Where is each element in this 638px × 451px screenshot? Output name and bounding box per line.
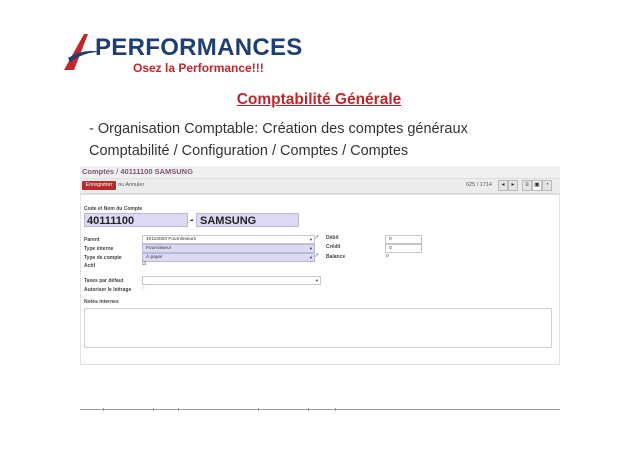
- balance-label: Balance: [326, 254, 346, 260]
- chevron-down-icon: ▾: [309, 246, 312, 251]
- debit-label: Débit: [326, 235, 339, 241]
- slide-line-1: - Organisation Comptable: Création des c…: [89, 121, 468, 137]
- lettrage-checkbox[interactable]: ○: [142, 286, 145, 291]
- parent-select[interactable]: 40110000 Fournisseurs ▾: [142, 235, 315, 244]
- credit-field[interactable]: 0: [385, 244, 422, 253]
- balance-value: 0: [386, 254, 389, 259]
- notes-label: Notes internes: [84, 299, 119, 305]
- account-type-select[interactable]: À payer ▾: [142, 253, 315, 262]
- breadcrumb-separator: /: [116, 167, 119, 176]
- erp-screenshot: Comptes / 40111100 SAMSUNG Enregistrer o…: [80, 166, 560, 365]
- taxes-label: Taxes par défaut: [84, 278, 124, 284]
- account-type-label: Type de compte: [84, 255, 122, 261]
- external-link-icon[interactable]: ↗: [314, 252, 319, 259]
- logo-tagline: Osez la Performance!!!: [133, 61, 264, 75]
- parent-value: 40110000 Fournisseurs: [146, 237, 197, 242]
- toolbar: Enregistrer ou Annuler 625 / 1714 ◂ ▸ ≡ …: [80, 179, 560, 194]
- account-type-value: À payer: [146, 255, 163, 260]
- internal-type-label: Type interne: [84, 246, 114, 252]
- code-name-dash: -: [190, 214, 194, 226]
- cancel-link[interactable]: ou Annuler: [118, 181, 144, 190]
- footer-tick: [335, 408, 336, 411]
- pager: 625 / 1714: [466, 182, 492, 188]
- active-label: Actif: [84, 263, 96, 269]
- account-code-field[interactable]: 40111100: [84, 213, 188, 227]
- breadcrumb-bar: Comptes / 40111100 SAMSUNG: [80, 166, 560, 179]
- footer-tick: [178, 408, 179, 411]
- code-name-label: Code et Nom du Compte: [84, 206, 143, 212]
- prev-record-button[interactable]: ◂: [498, 180, 508, 191]
- save-button[interactable]: Enregistrer: [82, 181, 116, 190]
- active-checkbox[interactable]: ☑: [142, 262, 146, 267]
- logo-brand: PERFORMANCES: [95, 34, 303, 61]
- chevron-down-icon: ▾: [315, 278, 318, 283]
- graph-view-icon[interactable]: ◔: [542, 180, 552, 191]
- account-name-field[interactable]: SAMSUNG: [196, 213, 299, 227]
- breadcrumb-parent[interactable]: Comptes: [82, 167, 114, 176]
- list-view-icon[interactable]: ≡: [522, 180, 532, 191]
- footer-tick: [258, 408, 259, 411]
- internal-type-value: Fournisseur: [146, 246, 172, 251]
- breadcrumb: Comptes / 40111100 SAMSUNG: [82, 167, 193, 176]
- footer-tick: [308, 408, 309, 411]
- chevron-down-icon: ▾: [309, 255, 312, 260]
- footer-tick: [153, 408, 154, 411]
- notes-textarea[interactable]: [84, 308, 552, 348]
- credit-label: Crédit: [326, 244, 341, 250]
- breadcrumb-current: 40111100 SAMSUNG: [120, 167, 193, 176]
- footer-tick: [103, 408, 104, 411]
- debit-field[interactable]: 0: [385, 235, 422, 244]
- slide-title: Comptabilité Générale: [236, 91, 402, 108]
- lettrage-label: Autoriser le lettrage: [84, 287, 132, 293]
- parent-label: Parent: [84, 237, 100, 243]
- internal-type-select[interactable]: Fournisseur ▾: [142, 244, 315, 253]
- next-record-button[interactable]: ▸: [508, 180, 518, 191]
- slide-line-2: Comptabilité / Configuration / Comptes /…: [89, 143, 409, 159]
- taxes-field[interactable]: ▾: [142, 276, 321, 285]
- form-view-icon[interactable]: ▣: [532, 180, 542, 191]
- footer-divider: [80, 409, 560, 410]
- chevron-down-icon: ▾: [309, 237, 312, 242]
- external-link-icon[interactable]: ↗: [314, 234, 319, 241]
